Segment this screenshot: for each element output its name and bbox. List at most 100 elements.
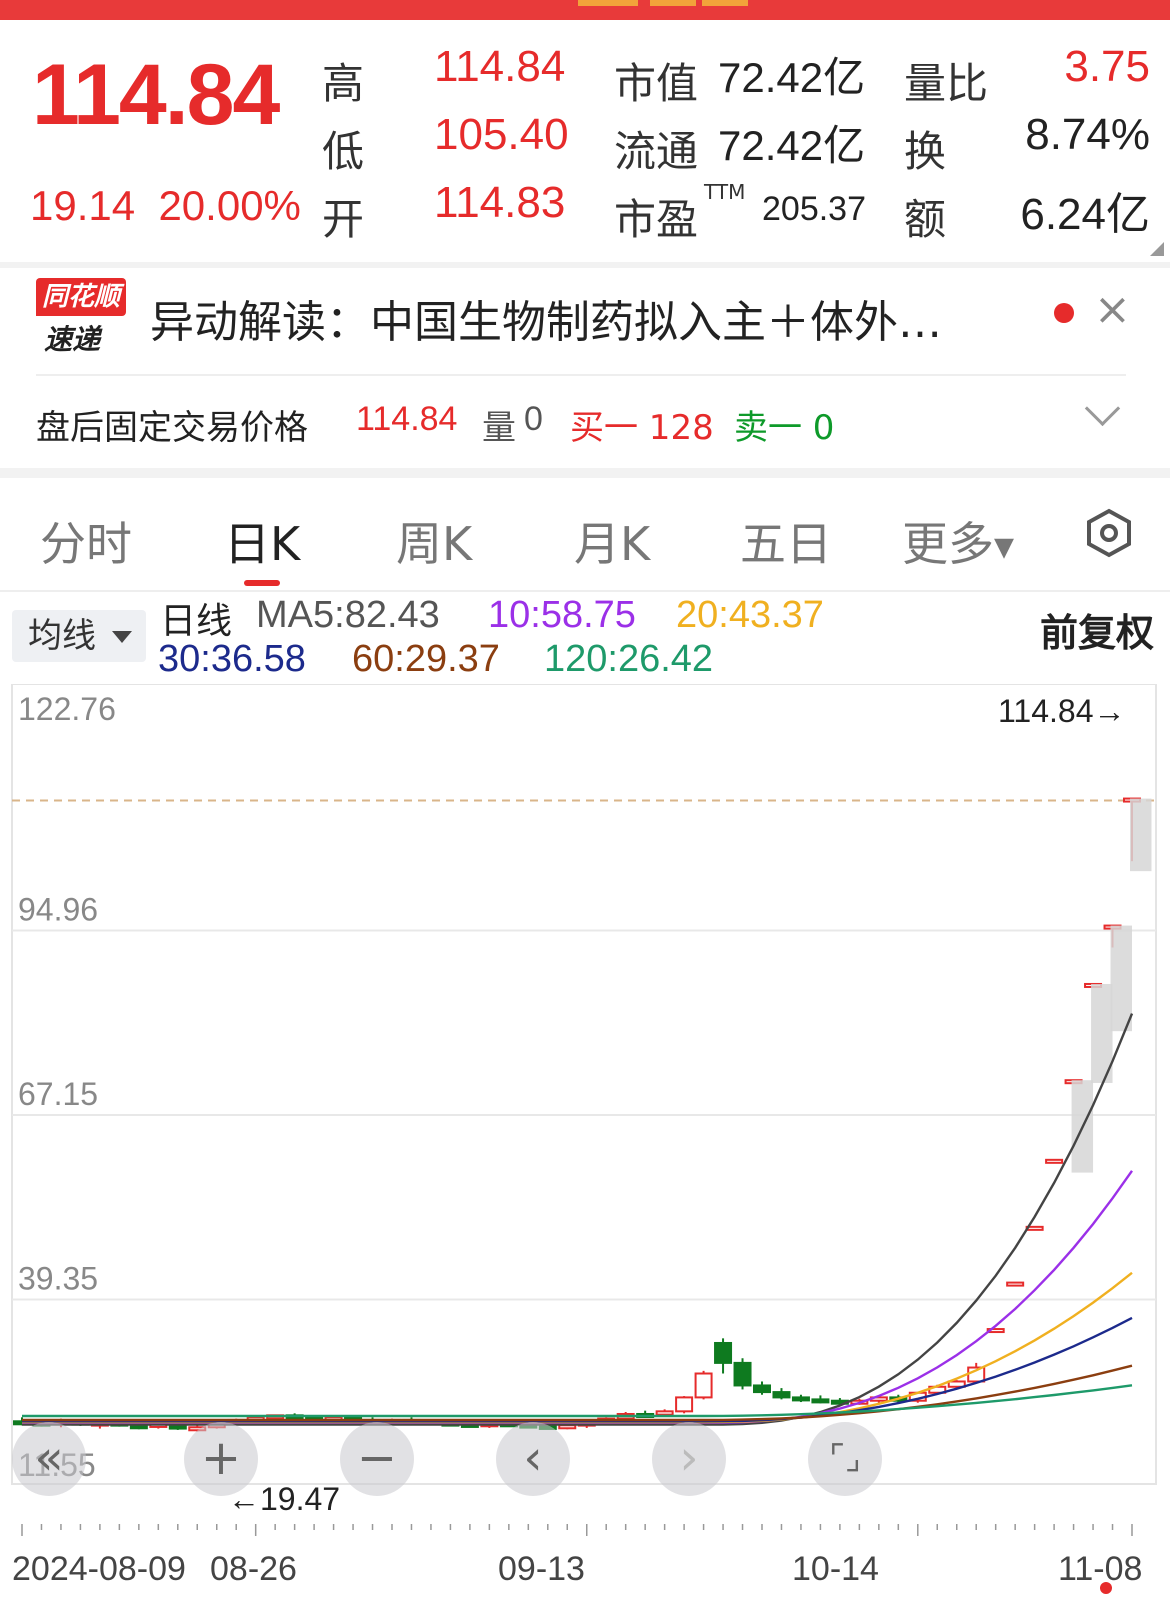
zoom-in-icon[interactable]: +	[184, 1422, 258, 1496]
settings-icon[interactable]	[1084, 508, 1134, 558]
afterhours-label: 盘后固定交易价格	[36, 408, 308, 448]
candle-body	[694, 1372, 713, 1399]
period-tabs: 分时 日K 周K 月K 五日 更多▼	[0, 478, 1170, 592]
mktcap-value: 72.42亿	[718, 54, 866, 101]
tab-more[interactable]: 更多▼	[902, 508, 1014, 574]
candle-body	[733, 1361, 752, 1387]
high-label: 高	[322, 59, 365, 108]
active-tab-indicator	[244, 580, 280, 586]
ma-line-label: 日线	[160, 600, 233, 641]
afterhours-price: 114.84	[356, 400, 458, 438]
volume-bar	[1110, 925, 1132, 1032]
volratio-label: 量比	[904, 59, 989, 108]
top-bar-marker	[702, 0, 748, 6]
tab-monthly-k[interactable]: 月K	[574, 508, 650, 574]
adjust-mode[interactable]: 前复权	[1040, 602, 1154, 657]
afterhours-vol-label: 量	[482, 408, 516, 448]
float-value: 72.42亿	[718, 122, 866, 169]
x-tick-label: 09-13	[498, 1550, 585, 1588]
ma5-value: MA5:82.43	[256, 594, 440, 636]
candle-body	[1045, 1158, 1064, 1164]
close-icon[interactable]: ×	[1094, 284, 1131, 335]
logo-top-text: 同花顺	[36, 278, 126, 316]
top-bar-marker	[650, 0, 696, 6]
ths-express-logo: 同花顺 速递	[36, 278, 126, 356]
amount-value: 6.24亿	[1020, 190, 1150, 239]
indicator-dot	[1100, 1582, 1112, 1594]
candle-body	[791, 1396, 810, 1402]
ma-legend-bar: 均线 日线 MA5:82.43 10:58.75 20:43.37 30:36.…	[0, 592, 1170, 684]
pe-ttm-sup: TTM	[704, 180, 746, 204]
x-tick-label: 08-26	[210, 1550, 297, 1588]
caret-down-icon	[112, 631, 132, 643]
open-label: 开	[322, 195, 365, 244]
scroll-right-icon[interactable]: ›	[652, 1422, 726, 1496]
high-value: 114.84	[434, 42, 566, 91]
tab-more-label: 更多	[902, 517, 994, 571]
last-price: 114.84	[32, 47, 280, 143]
ma10-value: 10:58.75	[488, 594, 636, 636]
ma60-value: 60:29.37	[352, 638, 500, 680]
pe-value: 205.37	[762, 190, 866, 228]
open-value: 114.83	[434, 178, 566, 227]
candle-body	[655, 1410, 674, 1416]
logo-bottom-text: 速递	[44, 323, 101, 356]
ma30-value: 30:36.58	[158, 638, 306, 680]
tab-minute[interactable]: 分时	[40, 508, 132, 574]
chevron-down-icon[interactable]	[1084, 390, 1121, 427]
ma-line	[22, 1316, 1133, 1423]
candle-body	[753, 1384, 771, 1394]
status-top-bar	[0, 0, 1170, 20]
unread-dot-icon	[1054, 303, 1074, 323]
y-tick-label: 67.15	[18, 1076, 98, 1112]
afterhours-buy1: 买一 128	[570, 408, 714, 448]
ma-line	[22, 1013, 1134, 1426]
pe-label: 市盈	[614, 195, 699, 244]
float-label: 流通	[614, 127, 699, 176]
scroll-left-fast-icon[interactable]: «	[12, 1422, 86, 1496]
ma20-value: 20:43.37	[676, 594, 824, 636]
top-bar-marker	[578, 0, 638, 6]
plot-frame	[11, 684, 1157, 1485]
volratio-value: 3.75	[1064, 42, 1150, 91]
expand-corner-icon[interactable]	[1150, 242, 1164, 256]
caret-down-icon: ▼	[994, 532, 1014, 563]
fullscreen-icon[interactable]: ⌜⌟	[808, 1422, 882, 1496]
afterhours-sell1: 卖一 0	[734, 408, 835, 448]
max-price-label: 114.84→	[998, 693, 1126, 729]
amount-label: 额	[904, 195, 947, 244]
quote-panel: 114.84 19.14 20.00% 高 低 开 114.84 105.40 …	[0, 20, 1170, 262]
tab-daily-k[interactable]: 日K	[224, 508, 300, 574]
candle-body	[675, 1396, 694, 1413]
afterhours-vol: 0	[524, 400, 543, 438]
turnover-value: 8.74%	[1025, 110, 1150, 159]
low-value: 105.40	[434, 110, 569, 159]
candle-body	[772, 1391, 791, 1399]
y-tick-label: 39.35	[18, 1261, 98, 1297]
turnover-label: 换	[904, 127, 947, 176]
y-tick-label: 122.76	[18, 691, 116, 727]
change-percent: 20.00%	[158, 182, 301, 229]
ma-dropdown-label: 均线	[28, 616, 96, 656]
scroll-left-icon[interactable]: ‹	[496, 1422, 570, 1496]
mktcap-label: 市值	[614, 59, 699, 108]
kline-chart[interactable]: 122.7694.9667.1539.3511.55114.84→←19.472…	[0, 684, 1170, 1602]
ma-dropdown-button[interactable]: 均线	[12, 610, 146, 662]
x-tick-label: 10-14	[792, 1550, 879, 1588]
volume-bar	[1130, 798, 1152, 872]
zoom-out-icon[interactable]: −	[340, 1422, 414, 1496]
candle-body	[811, 1398, 830, 1404]
divider	[0, 468, 1170, 478]
change-value: 19.14	[30, 182, 136, 229]
news-headline[interactable]: 异动解读：中国生物制药拟入主＋体外…	[150, 286, 942, 350]
x-tick-label: 2024-08-09	[12, 1550, 186, 1588]
divider	[36, 374, 1126, 376]
candle-body	[1006, 1281, 1025, 1287]
tab-five-day[interactable]: 五日	[740, 508, 832, 574]
news-panel[interactable]: 同花顺 速递 异动解读：中国生物制药拟入主＋体外… × 盘后固定交易价格 114…	[0, 268, 1170, 468]
price-change: 19.14 20.00%	[30, 182, 301, 230]
x-tick-label: 11-08	[1058, 1550, 1142, 1588]
tab-weekly-k[interactable]: 周K	[396, 508, 472, 574]
y-tick-label: 94.96	[18, 891, 98, 927]
low-label: 低	[322, 127, 365, 176]
